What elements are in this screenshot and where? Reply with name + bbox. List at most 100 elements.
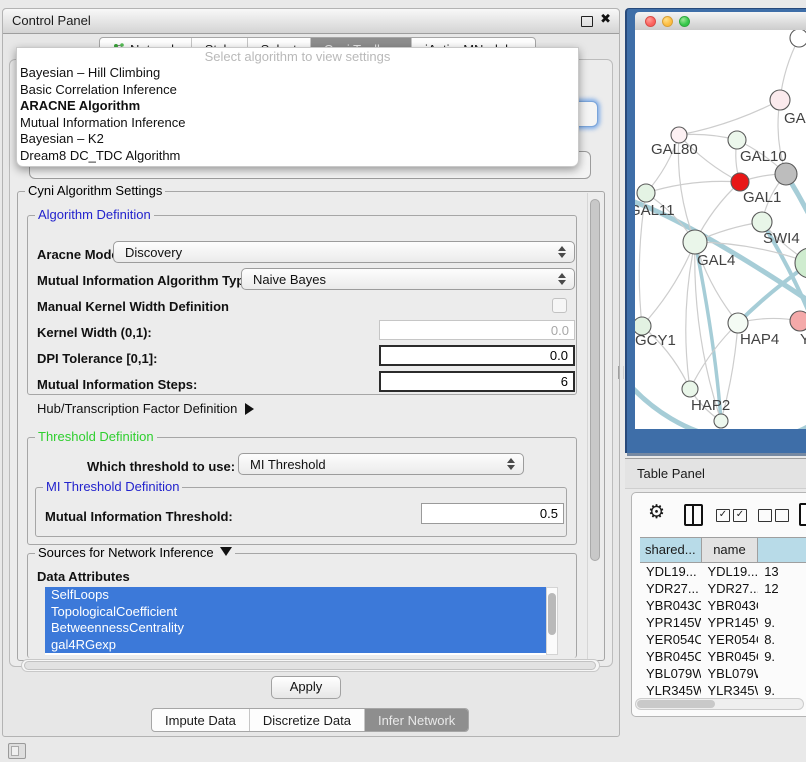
apply-button[interactable]: Apply [271, 676, 341, 699]
table-row[interactable]: YDR27...YDR27...12 [640, 580, 806, 597]
table-cell: YDL19... [640, 563, 701, 580]
table-row[interactable]: YBR043CYBR043C [640, 597, 806, 614]
minimize-traffic-light[interactable] [662, 16, 673, 27]
network-edge[interactable] [679, 100, 780, 135]
node-bottom[interactable] [714, 414, 728, 428]
sources-title-label: Sources for Network Inference [38, 545, 214, 560]
table-cell: YLR345W [701, 682, 758, 697]
float-window-icon[interactable] [581, 16, 593, 27]
tab-impute-data[interactable]: Impute Data [152, 709, 250, 731]
network-edge[interactable] [646, 181, 740, 193]
node-hap2[interactable] [682, 381, 698, 397]
checked-checkbox-icon[interactable]: ✓ [733, 509, 747, 522]
unchecked-checkbox-icon[interactable] [758, 509, 772, 522]
spinner-arrows-icon [507, 458, 516, 470]
manual-kernel-checkbox[interactable] [552, 298, 567, 313]
node-hap4[interactable] [728, 313, 748, 333]
algorithm-option-bayesian-k2[interactable]: Bayesian – K2 [17, 131, 578, 148]
unchecked-checkbox-icon[interactable] [775, 509, 789, 522]
threshold-definition-title: Threshold Definition [35, 429, 157, 444]
algorithm-option-aracne-algorithm[interactable]: ARACNE Algorithm [17, 98, 578, 115]
aracne-mode-label: Aracne Mode: [37, 247, 123, 262]
table-body: YDL19...YDL19...13YDR27...YDR27...12YBR0… [640, 563, 806, 697]
settings-vertical-scrollbar[interactable] [587, 193, 602, 659]
which-threshold-combobox[interactable]: MI Threshold [238, 453, 524, 475]
node-hap2-label: HAP2 [691, 397, 730, 414]
table-cell: 9. [758, 682, 806, 697]
kernel-width-input[interactable] [379, 320, 575, 340]
network-edge[interactable] [686, 242, 695, 389]
dpi-tolerance-input[interactable] [379, 345, 575, 366]
panel-splitter-handle[interactable] [618, 366, 624, 379]
hub-expander[interactable]: Hub/Transcription Factor Definition [37, 401, 254, 416]
table-row[interactable]: YBL079WYBL079W [640, 665, 806, 682]
mi-type-label: Mutual Information Algorithm Type: [37, 273, 256, 288]
column-header-shared[interactable]: shared... [640, 538, 702, 562]
node-gal4-label: GAL4 [697, 252, 735, 269]
sources-title[interactable]: Sources for Network Inference [35, 545, 235, 560]
node-top-right[interactable] [790, 30, 806, 47]
close-traffic-light[interactable] [645, 16, 656, 27]
collapsed-panel-icon[interactable] [8, 743, 26, 759]
tab-label: Infer Network [378, 713, 455, 728]
table-cell: YBL079W [701, 665, 758, 682]
checked-checkbox-icon[interactable]: ✓ [716, 509, 730, 522]
table-cell: 9. [758, 648, 806, 665]
node-gal10[interactable] [728, 131, 746, 149]
node-gal11[interactable] [637, 184, 655, 202]
aracne-mode-combobox[interactable]: Discovery [113, 241, 575, 263]
table-cell: 13 [758, 563, 806, 580]
tab-infer-network[interactable]: Infer Network [365, 709, 468, 731]
table-cell: YPR145W [640, 614, 701, 631]
network-canvas[interactable]: GALGAL80GAL10GAL1GAL11SWI4GAL4GCY1HAP4YH… [635, 30, 806, 429]
node-hap4-label: HAP4 [740, 331, 779, 348]
table-cell: YDL19... [701, 563, 758, 580]
node-gal-top[interactable] [770, 90, 790, 110]
table-cell: YLR345W [640, 682, 701, 697]
node-swi4[interactable] [752, 212, 772, 232]
zoom-traffic-light[interactable] [679, 16, 690, 27]
table-panel-title: Table Panel [637, 466, 705, 481]
hub-expander-label: Hub/Transcription Factor Definition [37, 401, 237, 416]
tab-discretize-data[interactable]: Discretize Data [250, 709, 365, 731]
attribute-item-betweennesscentrality[interactable]: BetweennessCentrality [45, 620, 558, 637]
data-attributes-list[interactable]: SelfLoopsTopologicalCoefficientBetweenne… [45, 587, 558, 655]
table-cell: YER054C [701, 631, 758, 648]
node-gray[interactable] [775, 163, 797, 185]
attribute-item-selfloops[interactable]: SelfLoops [45, 587, 558, 604]
table-header-row: shared...name [640, 537, 806, 563]
settings-horizontal-scrollbar[interactable] [21, 659, 600, 672]
split-columns-icon[interactable] [684, 504, 703, 526]
mi-steps-input[interactable] [379, 371, 575, 392]
node-gal4[interactable] [683, 230, 707, 254]
table-cell: 12 [758, 580, 806, 597]
algorithm-option-bayesian-hill-climbing[interactable]: Bayesian – Hill Climbing [17, 65, 578, 82]
network-edge[interactable] [642, 242, 695, 326]
column-header-name[interactable]: name [702, 538, 759, 562]
algorithm-option-dream8-dc-tdc-algorithm[interactable]: Dream8 DC_TDC Algorithm [17, 148, 578, 165]
table-row[interactable]: YPR145WYPR145W9. [640, 614, 806, 631]
attribute-item-gal4rgexp[interactable]: gal4RGexp [45, 637, 558, 654]
table-row[interactable]: YBR045CYBR045C9. [640, 648, 806, 665]
cyni-bottom-tabs: Impute DataDiscretize Data Infer Network [151, 708, 469, 732]
algorithm-option-basic-correlation-inference[interactable]: Basic Correlation Inference [17, 82, 578, 99]
node-pink-right-label: Y [800, 331, 806, 348]
mi-threshold-input[interactable] [421, 503, 564, 524]
table-horizontal-scrollbar[interactable] [635, 698, 804, 710]
node-pink-right[interactable] [790, 311, 806, 331]
attribute-item-topologicalcoefficient[interactable]: TopologicalCoefficient [45, 604, 558, 621]
mi-type-value: Naive Bayes [253, 272, 326, 287]
dpi-tolerance-label: DPI Tolerance [0,1]: [37, 351, 157, 366]
which-threshold-value: MI Threshold [250, 457, 326, 472]
mi-type-combobox[interactable]: Naive Bayes [241, 268, 575, 290]
table-row[interactable]: YER054CYER054C8. [640, 631, 806, 648]
algorithm-option-mutual-information-inference[interactable]: Mutual Information Inference [17, 115, 578, 132]
column-header-hidden[interactable] [758, 538, 806, 562]
attributes-list-scrollbar[interactable] [546, 587, 558, 655]
table-row[interactable]: YLR345WYLR345W9. [640, 682, 806, 697]
algorithm-dropdown-prompt: Select algorithm to view settings [17, 48, 578, 65]
table-row[interactable]: YDL19...YDL19...13 [640, 563, 806, 580]
gear-icon[interactable]: ⚙ [648, 501, 665, 523]
close-icon[interactable]: ✖ [600, 12, 611, 27]
document-icon[interactable] [799, 503, 806, 526]
